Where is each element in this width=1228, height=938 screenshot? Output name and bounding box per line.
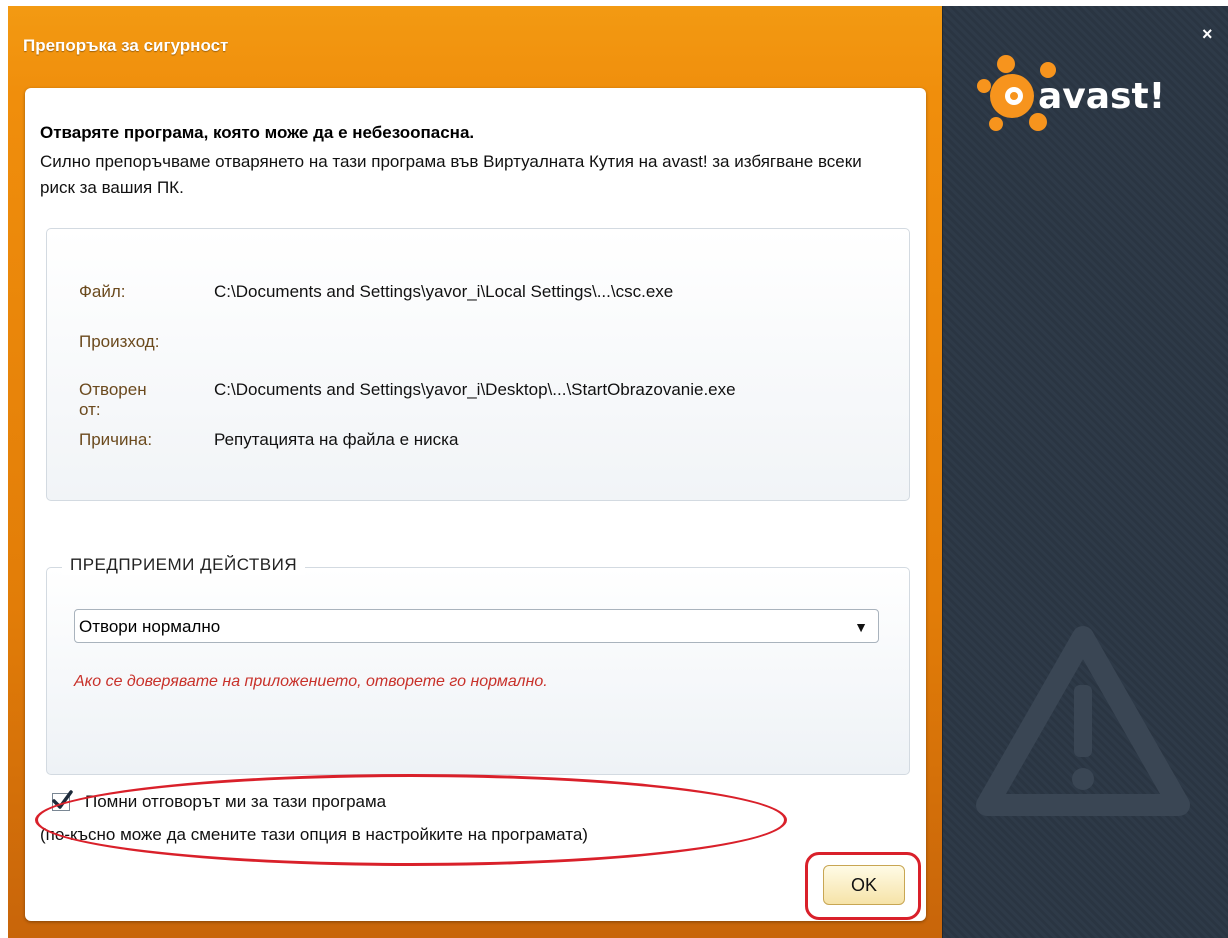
file-details-box: Файл: C:\Documents and Settings\yavor_i\…	[46, 228, 910, 501]
actions-group	[46, 567, 910, 775]
warning-heading: Отваряте програма, която може да е небез…	[40, 123, 475, 142]
action-select-value: Отвори нормално	[79, 617, 221, 636]
svg-text:avast!: avast!	[1038, 76, 1165, 117]
detail-label: Причина:	[79, 430, 153, 449]
action-select[interactable]: Отвори нормално ▼	[74, 609, 879, 643]
avast-logo: avast!	[977, 55, 1165, 131]
detail-label: Отворен от:	[79, 380, 147, 419]
warning-description: Силно препоръчваме отварянето на тази пр…	[40, 152, 862, 197]
chevron-down-icon[interactable]: ▼	[854, 619, 868, 635]
detail-label: Произход:	[79, 332, 160, 351]
detail-label: Файл:	[79, 282, 126, 301]
detail-value: C:\Documents and Settings\yavor_i\Deskto…	[214, 380, 736, 399]
actions-legend: ПРЕДПРИЕМИ ДЕЙСТВИЯ	[62, 555, 306, 575]
warning-triangle-icon	[976, 626, 1190, 816]
dialog-title: Препоръка за сигурност	[23, 36, 229, 55]
detail-value: C:\Documents and Settings\yavor_i\Local …	[214, 282, 674, 301]
ok-button[interactable]: OK	[823, 865, 905, 905]
highlight-ellipse	[35, 774, 787, 866]
action-hint: Ако се доверявате на приложението, отвор…	[74, 673, 548, 690]
close-icon[interactable]: ×	[1202, 24, 1213, 45]
detail-value: Репутацията на файла е ниска	[214, 430, 459, 449]
